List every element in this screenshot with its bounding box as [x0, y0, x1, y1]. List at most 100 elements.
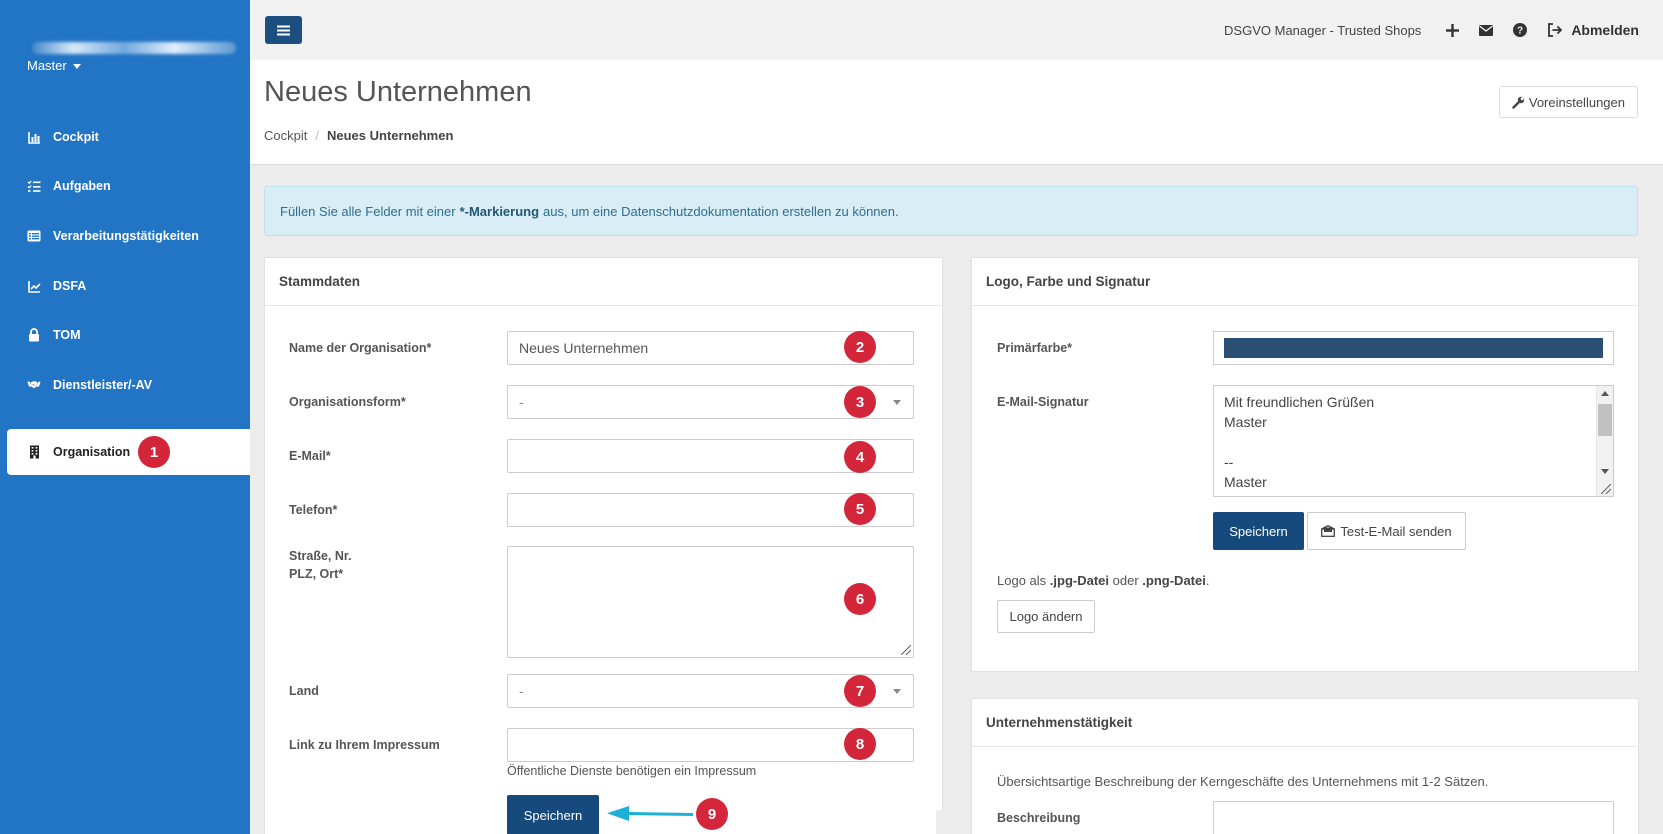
- country-label: Land: [289, 684, 319, 698]
- alert-text-before: Füllen Sie alle Felder mit einer: [280, 203, 456, 219]
- menu-toggle-button[interactable]: [265, 16, 302, 44]
- annotation-badge-6: 6: [844, 583, 876, 615]
- sidebar-item-label: Dienstleister/-AV: [53, 378, 153, 392]
- signature-line: Mit freundlichen Grüßen: [1224, 394, 1375, 410]
- logout-button[interactable]: Abmelden: [1547, 22, 1639, 38]
- primary-color-picker[interactable]: [1213, 331, 1614, 365]
- envelope-open-icon: [1321, 525, 1336, 537]
- help-icon[interactable]: ?: [1503, 23, 1537, 37]
- logo-note-jpg: .jpg-Datei: [1049, 573, 1110, 588]
- wrench-icon: [1512, 96, 1525, 109]
- chevron-down-icon: [893, 400, 901, 405]
- user-menu-dropdown[interactable]: Master: [27, 58, 81, 73]
- presets-button[interactable]: Voreinstellungen: [1498, 86, 1638, 118]
- change-logo-button[interactable]: Logo ändern: [997, 600, 1095, 633]
- panel-title: Stammdaten: [265, 258, 942, 306]
- signature-line: [1224, 432, 1603, 452]
- logout-label: Abmelden: [1571, 22, 1639, 38]
- bar-chart-icon: [27, 130, 41, 144]
- scroll-down-icon[interactable]: [1601, 469, 1609, 474]
- page-header: Neues Unternehmen Cockpit / Neues Unterneh…: [250, 60, 1663, 165]
- signature-scrollbar[interactable]: [1596, 386, 1613, 496]
- country-value: -: [519, 683, 524, 699]
- imprint-hint: Öffentliche Dienste benötigen ein Impres…: [507, 764, 757, 778]
- sidebar-item-label: Cockpit: [53, 130, 99, 144]
- signature-line: --: [1224, 454, 1234, 470]
- envelope-icon[interactable]: [1469, 24, 1503, 36]
- panel-title: Logo, Farbe und Signatur: [972, 258, 1638, 306]
- sidebar-item-aufgaben[interactable]: Aufgaben: [7, 163, 250, 209]
- plus-icon[interactable]: [1435, 23, 1469, 37]
- send-test-email-button[interactable]: Test-E-Mail senden: [1307, 512, 1466, 550]
- signature-line: Master: [1224, 414, 1267, 430]
- info-alert: Füllen Sie alle Felder mit einer *-Marki…: [264, 186, 1638, 236]
- panel-edge: [936, 810, 943, 834]
- sidebar: Master Cockpit Aufgaben Verarbeitungstät…: [0, 0, 250, 834]
- organisation-form-value: -: [519, 394, 524, 410]
- scroll-up-icon[interactable]: [1601, 391, 1609, 396]
- app-name[interactable]: DSGVO Manager - Trusted Shops: [1224, 23, 1421, 38]
- breadcrumb-separator: /: [315, 128, 319, 143]
- signature-label: E-Mail-Signatur: [997, 395, 1089, 409]
- logo-note-text: Logo als: [997, 573, 1047, 588]
- sidebar-item-label: DSFA: [53, 279, 87, 293]
- alert-text-after: aus, um eine Datenschutzdokumentation er…: [543, 203, 899, 219]
- logo-format-note: Logo als .jpg-Datei oder .png-Datei.: [997, 573, 1209, 588]
- color-swatch: [1224, 338, 1603, 358]
- annotation-badge-7: 7: [844, 675, 876, 707]
- signature-line: Master: [1224, 474, 1267, 490]
- sidebar-item-cockpit[interactable]: Cockpit: [7, 114, 250, 160]
- panel-title: Unternehmenstätigkeit: [972, 699, 1638, 747]
- phone-label: Telefon*: [289, 503, 338, 517]
- breadcrumb-current: Neues Unternehmen: [326, 128, 454, 143]
- annotation-badge-4: 4: [844, 441, 876, 473]
- annotation-badge-2: 2: [844, 331, 876, 363]
- annotation-arrow-icon: [607, 806, 694, 821]
- resize-handle-icon[interactable]: [1601, 484, 1611, 494]
- sidebar-item-label: Organisation: [53, 445, 131, 459]
- organisation-form-label: Organisationsform*: [289, 395, 406, 409]
- save-button[interactable]: Speichern: [507, 795, 599, 834]
- breadcrumb: Cockpit / Neues Unternehmen: [264, 128, 453, 143]
- user-menu-label: Master: [27, 58, 67, 73]
- hamburger-icon: [277, 25, 290, 35]
- building-icon: [27, 445, 41, 459]
- caret-down-icon: [72, 64, 81, 69]
- alert-text-bold: *-Markierung: [459, 203, 540, 219]
- line-chart-icon: [27, 279, 41, 293]
- breadcrumb-link-cockpit[interactable]: Cockpit: [264, 128, 307, 143]
- annotation-badge-5: 5: [844, 493, 876, 525]
- annotation-badge-8: 8: [844, 728, 876, 760]
- sidebar-item-dsfa[interactable]: DSFA: [7, 263, 250, 309]
- beschreibung-label: Beschreibung: [997, 811, 1081, 825]
- list-icon: [27, 229, 41, 243]
- annotation-badge-1: 1: [138, 436, 170, 468]
- name-label: Name der Organisation*: [289, 341, 432, 355]
- sidebar-item-dienstleister[interactable]: Dienstleister/-AV: [7, 362, 250, 408]
- imprint-label: Link zu Ihrem Impressum: [289, 738, 440, 752]
- svg-text:?: ?: [1517, 26, 1523, 37]
- top-bar-actions: DSGVO Manager - Trusted Shops ? Abmelden: [1224, 0, 1663, 60]
- sidebar-item-tom[interactable]: TOM: [7, 312, 250, 358]
- top-bar: DSGVO Manager - Trusted Shops ? Abmelden: [250, 0, 1663, 60]
- company-logo: [32, 42, 236, 54]
- email-signature-textarea[interactable]: Mit freundlichen Grüßen Master -- Master: [1213, 385, 1614, 497]
- save-signature-button[interactable]: Speichern: [1213, 512, 1304, 550]
- sidebar-item-label: Verarbeitungstätigkeiten: [53, 229, 199, 243]
- logo-note-png: .png-Datei: [1142, 573, 1206, 588]
- sidebar-item-organisation[interactable]: Organisation: [7, 429, 250, 475]
- sidebar-item-label: TOM: [53, 328, 81, 342]
- sign-out-icon: [1548, 23, 1563, 37]
- page-title: Neues Unternehmen: [264, 76, 532, 108]
- logo-note-end: .: [1205, 573, 1210, 588]
- test-email-label: Test-E-Mail senden: [1340, 523, 1452, 539]
- sidebar-item-verarbeitungstaetigkeiten[interactable]: Verarbeitungstätigkeiten: [7, 213, 250, 259]
- annotation-badge-9: 9: [696, 798, 728, 830]
- primary-color-label: Primärfarbe*: [997, 341, 1073, 355]
- beschreibung-textarea[interactable]: [1213, 801, 1614, 834]
- sidebar-item-label: Aufgaben: [53, 179, 111, 193]
- scroll-thumb[interactable]: [1598, 404, 1612, 436]
- chevron-down-icon: [893, 689, 901, 694]
- resize-handle-icon[interactable]: [901, 645, 911, 655]
- handshake-icon: [27, 378, 41, 392]
